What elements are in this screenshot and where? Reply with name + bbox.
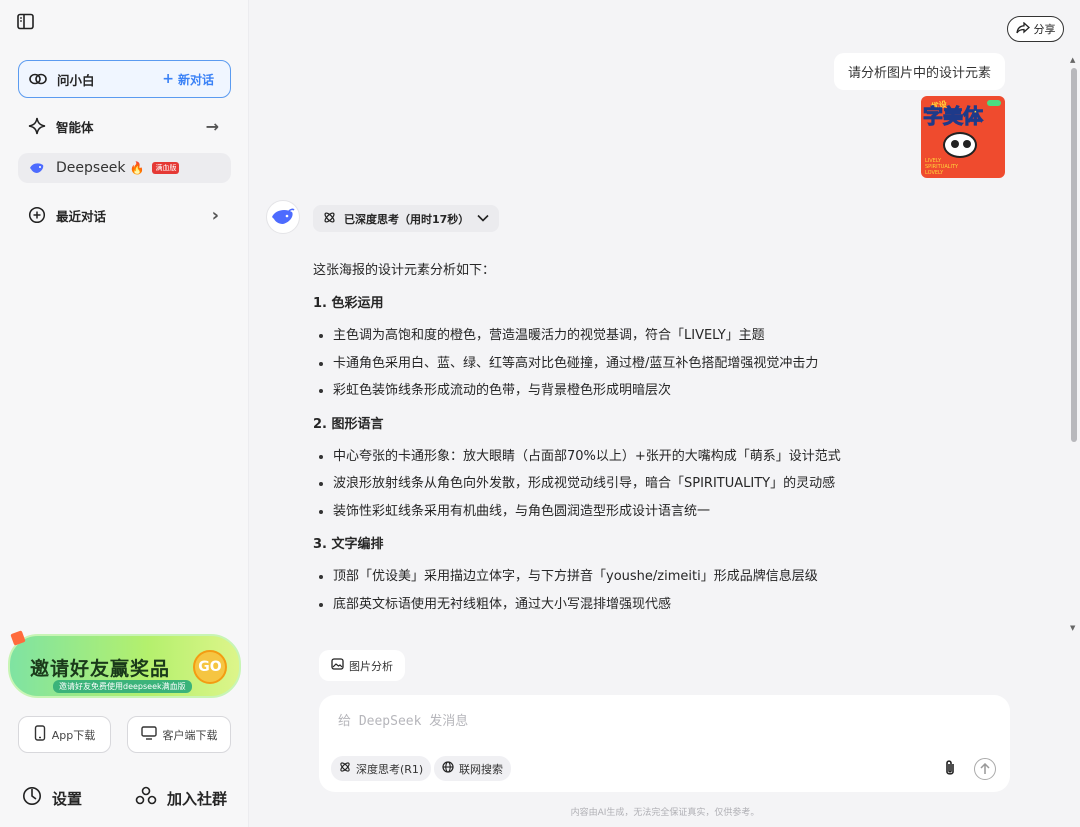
flame-icon: 🔥 — [129, 161, 145, 175]
sidebar-item-deepseek[interactable]: Deepseek 🔥 满血版 — [18, 153, 231, 183]
sidebar-item-agents[interactable]: 智能体 → — [18, 107, 231, 145]
community-label: 加入社群 — [167, 789, 228, 808]
monitor-icon — [140, 726, 157, 743]
scroll-up-icon[interactable]: ▲ — [1070, 56, 1075, 64]
share-label: 分享 — [1033, 23, 1056, 36]
scroll-down-icon[interactable]: ▼ — [1070, 624, 1075, 632]
promo-go-button[interactable]: GO — [193, 650, 227, 684]
sidebar-toggle-icon[interactable] — [16, 12, 36, 32]
poster-pill — [987, 100, 1001, 106]
settings-label: 设置 — [52, 789, 83, 808]
scroll-thumb[interactable] — [1071, 68, 1077, 442]
chevron-down-icon — [477, 212, 489, 225]
section-title: 3. 文字编排 — [313, 537, 384, 552]
answer-intro: 这张海报的设计元素分析如下： — [313, 263, 496, 278]
section-title: 1. 色彩运用 — [313, 296, 384, 311]
new-chat-button[interactable]: + 新对话 — [162, 71, 214, 88]
chip-label: 图片分析 — [349, 659, 393, 673]
web-search-label: 联网搜索 — [459, 762, 503, 776]
list-item: 主色调为高饱和度的橙色，营造温暖活力的视觉基调，符合「LIVELY」主题 — [313, 322, 1013, 350]
client-download-label: 客户端下载 — [162, 728, 218, 742]
paperclip-icon[interactable] — [944, 759, 956, 781]
section-list: 主色调为高饱和度的橙色，营造温暖活力的视觉基调，符合「LIVELY」主题 卡通角… — [313, 322, 1013, 405]
list-item: 彩虹色装饰线条形成流动的色带，与背景橙色形成明暗层次 — [313, 377, 1013, 405]
uploaded-poster-image[interactable]: 优设 字美体 LIVELY SPIRITUALITY LOVELY — [921, 96, 1005, 178]
sidebar-item-label: Deepseek — [56, 160, 126, 176]
chevron-right-icon: › — [211, 204, 219, 226]
full-version-badge: 满血版 — [152, 162, 180, 174]
section-list: 中心夸张的卡通形象：放大眼睛（占面部70%以上）+张开的大嘴构成「萌系」设计范式… — [313, 443, 1013, 526]
sidebar-item-label: 智能体 — [56, 119, 94, 135]
web-search-button[interactable]: 联网搜索 — [434, 756, 511, 781]
app-download-label: App下载 — [51, 728, 96, 742]
list-item: 顶部「优设美」采用描边立体字，与下方拼音「youshe/zimeiti」形成品牌… — [313, 563, 1013, 591]
chat-main: 分享 请分析图片中的设计元素 优设 字美体 LIVELY SPIRITUALIT… — [250, 0, 1080, 827]
sidebar-item-label: 最近对话 — [56, 208, 107, 224]
ai-disclaimer: 内容由AI生成，无法完全保证真实，仅供参考。 — [570, 808, 760, 818]
promo-subtitle: 邀请好友免费使用deepseek满血版 — [53, 680, 192, 693]
poster-tagline: LIVELY SPIRITUALITY LOVELY — [925, 158, 959, 176]
globe-icon — [442, 761, 454, 776]
send-arrow-icon[interactable] — [974, 758, 996, 780]
join-community-button[interactable]: 加入社群 — [135, 786, 227, 810]
client-download-button[interactable]: 客户端下载 — [127, 716, 231, 753]
sparkle-icon — [28, 117, 46, 135]
list-item: 装饰性彩虹线条采用有机曲线，与角色圆润造型形成设计语言统一 — [313, 498, 1013, 526]
poster-character — [943, 132, 977, 158]
chat-scrollbar[interactable]: ▲ ▼ — [1070, 56, 1078, 632]
list-item: 中心夸张的卡通形象：放大眼睛（占面部70%以上）+张开的大嘴构成「萌系」设计范式 — [313, 443, 1013, 471]
link-icon — [29, 70, 47, 88]
share-arrow-icon — [1015, 21, 1030, 37]
list-item: 底部英文标语使用无衬线粗体，通过大小写混排增强现代感 — [313, 591, 1013, 619]
list-item: 卡通角色采用白、蓝、绿、红等高对比色碰撞，通过橙/蓝互补色搭配增强视觉冲击力 — [313, 350, 1013, 378]
think-label: 已深度思考（用时17秒） — [344, 212, 470, 226]
settings-icon — [22, 786, 42, 810]
message-input[interactable]: 给 DeepSeek 发消息 — [338, 710, 468, 729]
deep-think-label: 深度思考(R1) — [356, 762, 424, 776]
section-title: 2. 图形语言 — [313, 416, 384, 432]
sidebar-item-label: 问小白 — [57, 72, 95, 88]
sidebar-item-ask[interactable]: 问小白 + 新对话 — [18, 60, 231, 98]
arrow-right-icon: → — [205, 116, 219, 136]
settings-button[interactable]: 设置 — [22, 786, 82, 810]
sidebar-item-recent[interactable]: 最近对话 › — [18, 196, 231, 234]
assistant-avatar — [266, 200, 300, 234]
plus-circle-icon — [28, 206, 46, 224]
user-message: 请分析图片中的设计元素 — [833, 53, 1005, 90]
app-download-button[interactable]: App下载 — [18, 716, 111, 753]
poster-title-large: 字美体 — [923, 104, 984, 129]
deep-think-toggle[interactable]: 已深度思考（用时17秒） — [313, 205, 500, 232]
image-analysis-chip[interactable]: 图片分析 — [319, 650, 405, 681]
promo-title: 邀请好友赢奖品 — [30, 658, 171, 680]
assistant-answer: 这张海报的设计元素分析如下： 1. 色彩运用 主色调为高饱和度的橙色，营造温暖活… — [313, 258, 1013, 636]
community-icon — [135, 786, 157, 810]
share-button[interactable]: 分享 — [1007, 16, 1064, 42]
atom-icon — [339, 761, 351, 776]
phone-icon — [34, 725, 46, 744]
message-composer[interactable]: 给 DeepSeek 发消息 深度思考(R1) 联网搜索 — [319, 695, 1010, 792]
atom-icon — [323, 211, 336, 227]
promo-flag-icon — [10, 630, 26, 646]
section-list: 顶部「优设美」采用描边立体字，与下方拼音「youshe/zimeiti」形成品牌… — [313, 563, 1013, 618]
sidebar: 问小白 + 新对话 智能体 → Deepseek 🔥 满血版 最近对话 › 邀请… — [0, 0, 249, 827]
deep-think-button[interactable]: 深度思考(R1) — [331, 756, 432, 781]
new-chat-label: 新对话 — [177, 72, 214, 87]
plus-icon: + — [162, 71, 174, 87]
invite-promo-banner[interactable]: 邀请好友赢奖品 邀请好友免费使用deepseek满血版 GO — [8, 630, 241, 698]
list-item: 波浪形放射线条从角色向外发散，形成视觉动线引导，暗合「SPIRITUALITY」… — [313, 470, 1013, 498]
deepseek-whale-icon — [28, 159, 46, 177]
image-icon — [331, 658, 344, 673]
